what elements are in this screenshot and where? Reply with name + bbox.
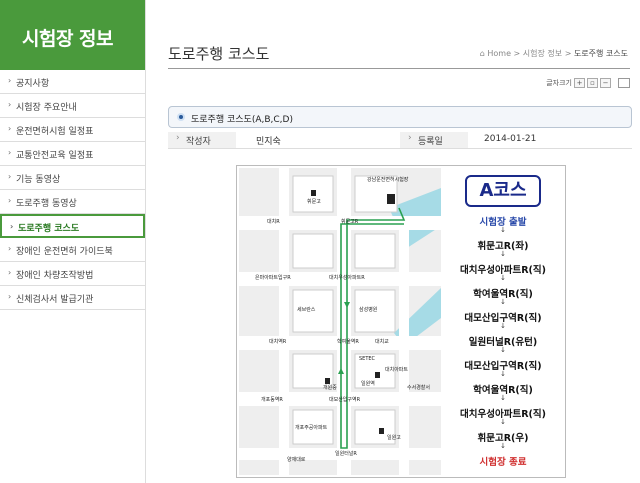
sidebar-item-label: 공지사항	[16, 79, 50, 89]
chevron-right-icon: ›	[8, 148, 12, 157]
map-label: 대치역R	[269, 339, 287, 345]
print-icon[interactable]	[618, 78, 630, 88]
font-increase-button[interactable]: +	[574, 78, 585, 88]
down-arrow-icon: ↓	[500, 322, 506, 330]
down-arrow-icon: ↓	[500, 274, 506, 282]
chevron-right-icon: ›	[8, 76, 12, 85]
sidebar-menu: › 공지사항 › 시험장 주요안내 › 운전면허시험 일정표 › 교통안전교육 일정표 …	[0, 70, 145, 310]
chevron-right-icon: ›	[8, 124, 12, 133]
page-title: 도로주행 코스도	[168, 45, 270, 63]
course-map-image: 강남운전면허시험장 휘문고R 대치R 휘문고 은마아파트입구R 대치우성아파트R…	[236, 165, 566, 478]
map-label: 대치R	[267, 219, 280, 225]
date-value: 2014-01-21	[484, 134, 537, 144]
sidebar-item-label: 운전면허시험 일정표	[16, 127, 94, 137]
map-label: 일원터널R	[335, 451, 357, 457]
chevron-right-icon: ›	[8, 292, 12, 301]
down-arrow-icon: ↓	[500, 370, 506, 378]
bullet-icon	[177, 113, 185, 121]
sidebar-item-label: 장애인 차량조작방법	[16, 271, 94, 281]
course-name-badge: A코스	[465, 175, 541, 207]
sidebar-item-label: 도로주행 동영상	[16, 199, 77, 209]
map-label: 개원중	[323, 385, 337, 391]
font-size-label: 글자크기	[546, 79, 572, 87]
map-label: 대모산입구역R	[329, 397, 361, 403]
font-decrease-button[interactable]: −	[600, 78, 611, 88]
sidebar: 시험장 정보 › 공지사항 › 시험장 주요안내 › 운전면허시험 일정표 › 교통안전…	[0, 0, 146, 483]
author-value: 민지숙	[256, 137, 281, 147]
breadcrumb-sep: >	[513, 49, 521, 58]
breadcrumb-parent[interactable]: 시험장 정보	[523, 49, 562, 58]
map-label: 대치우성아파트R	[329, 275, 365, 281]
map-label: 세브란스	[297, 307, 316, 313]
sidebar-item-label: 도로주행 코스도	[18, 224, 80, 234]
post-meta: 작성자 민지숙 등록일 2014-01-21	[168, 131, 632, 149]
map-label: 수서경찰서	[407, 385, 431, 391]
breadcrumb-current: 도로주행 코스도	[573, 49, 628, 58]
font-reset-button[interactable]: ▫	[587, 78, 598, 88]
sidebar-item-label: 신체검사서 발급기관	[16, 295, 94, 305]
post-title-bar: 도로주행 코스도(A,B,C,D)	[168, 106, 632, 128]
breadcrumb-home[interactable]: Home	[487, 49, 511, 58]
sidebar-item-guide[interactable]: › 시험장 주요안내	[0, 94, 145, 118]
map-label: 강남운전면허시험장	[367, 177, 409, 183]
down-arrow-icon: ↓	[500, 346, 506, 354]
sidebar-title: 시험장 정보	[0, 0, 145, 70]
course-step: 시험장 종료	[479, 457, 527, 468]
map-label: 양재대로	[287, 457, 306, 463]
down-arrow-icon: ↓	[500, 418, 506, 426]
sidebar-item-label: 교통안전교육 일정표	[16, 151, 94, 161]
sidebar-item-skill-video[interactable]: › 기능 동영상	[0, 166, 145, 190]
map-label: 대치아파트	[385, 367, 409, 373]
map-label: 개포동역R	[261, 397, 283, 403]
breadcrumb: ⌂ Home > 시험장 정보 > 도로주행 코스도	[480, 48, 628, 59]
breadcrumb-sep: >	[564, 49, 572, 58]
down-arrow-icon: ↓	[500, 250, 506, 258]
course-legend: A코스 시험장 출발 ↓ 휘문고R(좌) ↓ 대치우성아파트R(직) ↓ 학여울…	[443, 168, 563, 475]
map-label: 대치교	[375, 339, 389, 345]
chevron-right-icon: ›	[8, 268, 12, 277]
font-size-controls: 글자크기 + ▫ −	[546, 78, 630, 88]
map-label: SETEC	[359, 356, 376, 362]
sidebar-item-road-course[interactable]: › 도로주행 코스도	[0, 214, 145, 238]
map-label: 삼성병원	[359, 307, 378, 313]
down-arrow-icon: ↓	[500, 394, 506, 402]
chevron-right-icon: ›	[8, 100, 12, 109]
down-arrow-icon: ↓	[500, 442, 506, 450]
sidebar-item-road-video[interactable]: › 도로주행 동영상	[0, 190, 145, 214]
date-label: 등록일	[400, 132, 468, 148]
sidebar-item-disabled-guidebook[interactable]: › 장애인 운전면허 가이드북	[0, 238, 145, 262]
down-arrow-icon: ↓	[500, 298, 506, 306]
author-label: 작성자	[168, 132, 236, 148]
map-label: 개포주공아파트	[295, 425, 328, 431]
sidebar-item-medical-cert[interactable]: › 신체검사서 발급기관	[0, 286, 145, 310]
down-arrow-icon: ↓	[500, 226, 506, 234]
map-label: 학여울역R	[337, 339, 359, 345]
sidebar-item-label: 장애인 운전면허 가이드북	[16, 247, 113, 257]
sidebar-item-disabled-vehicle[interactable]: › 장애인 차량조작방법	[0, 262, 145, 286]
map-label: 일원역	[361, 381, 375, 387]
chevron-right-icon: ›	[10, 222, 14, 231]
sidebar-item-label: 기능 동영상	[16, 175, 61, 185]
map-label: 휘문고R	[341, 219, 359, 225]
sidebar-item-exam-schedule[interactable]: › 운전면허시험 일정표	[0, 118, 145, 142]
sidebar-item-notice[interactable]: › 공지사항	[0, 70, 145, 94]
sidebar-item-label: 시험장 주요안내	[16, 103, 77, 113]
map-label: 일원고	[387, 435, 401, 441]
home-icon[interactable]: ⌂	[480, 49, 485, 58]
chevron-right-icon: ›	[8, 172, 12, 181]
map-label: 은마아파트입구R	[255, 275, 291, 281]
sidebar-item-safety-schedule[interactable]: › 교통안전교육 일정표	[0, 142, 145, 166]
chevron-right-icon: ›	[8, 196, 12, 205]
post-title: 도로주행 코스도(A,B,C,D)	[191, 115, 293, 125]
map-label: 휘문고	[307, 199, 321, 205]
route-map	[239, 168, 441, 475]
title-divider	[168, 68, 630, 69]
chevron-right-icon: ›	[8, 244, 12, 253]
